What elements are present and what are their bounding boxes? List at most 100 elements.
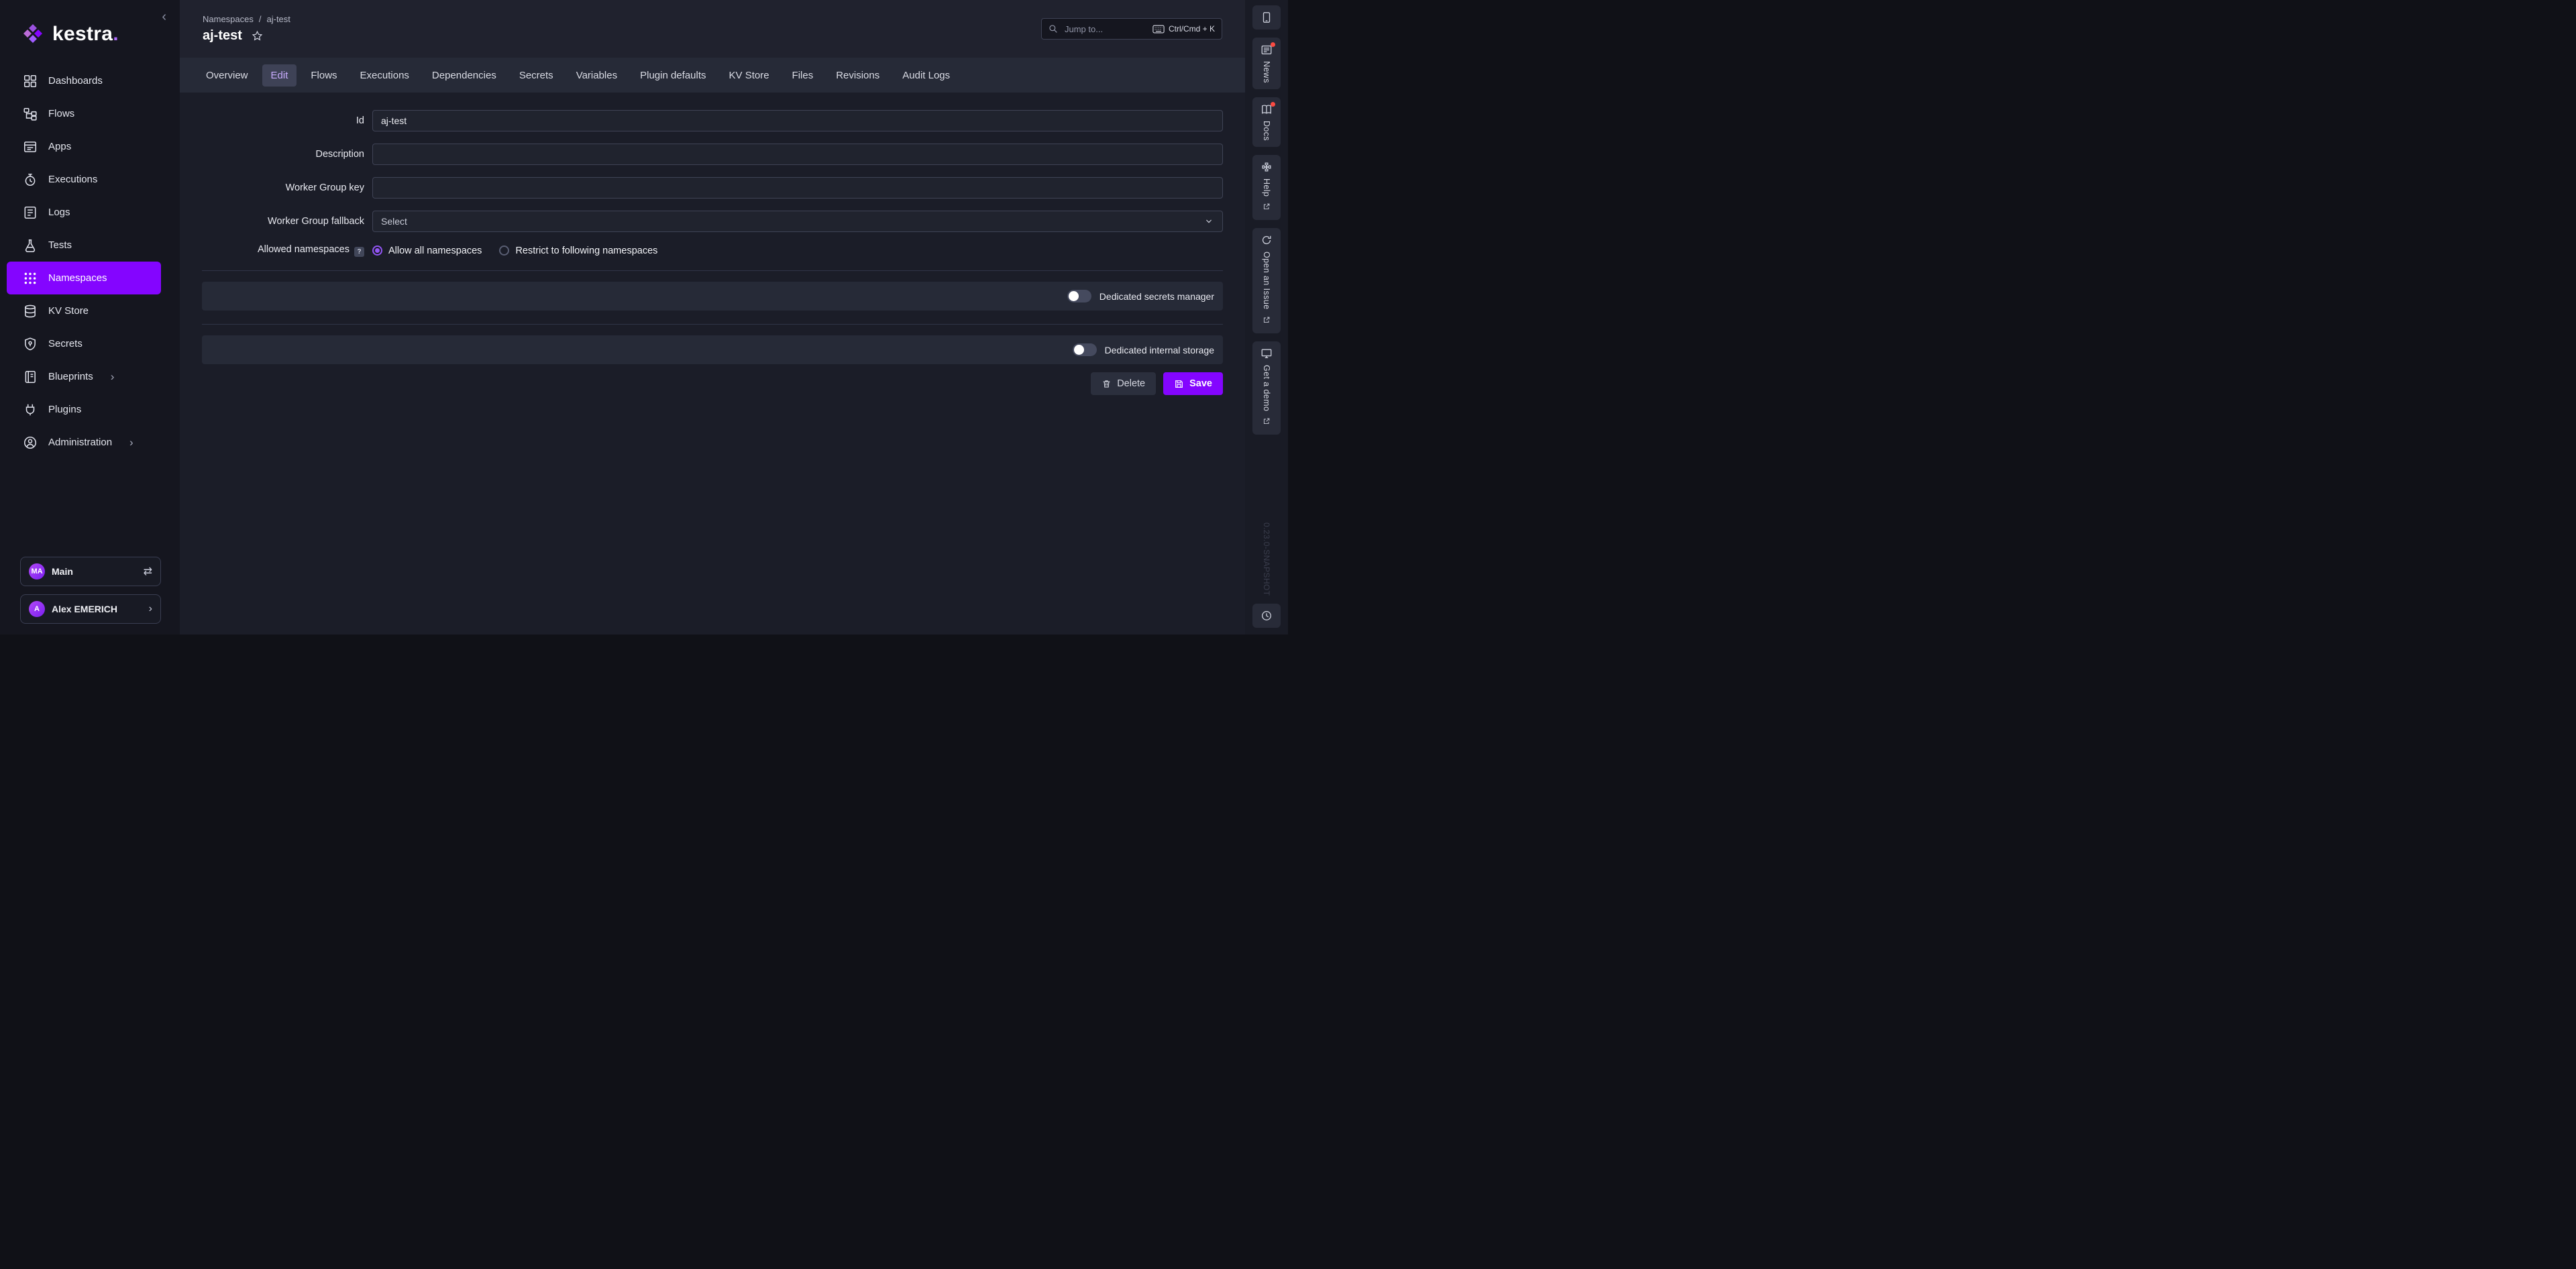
tab-flows[interactable]: Flows	[302, 64, 345, 87]
sidebar-item-label: Apps	[48, 141, 71, 152]
notebook-icon	[23, 370, 38, 384]
sidebar-item-kv-store[interactable]: KV Store	[7, 294, 161, 327]
delete-button[interactable]: Delete	[1091, 372, 1156, 395]
tab-revisions[interactable]: Revisions	[827, 64, 888, 87]
sidebar-item-secrets[interactable]: Secrets	[7, 327, 161, 360]
internal-storage-row: Dedicated internal storage	[202, 335, 1223, 364]
rail-help-button[interactable]: Help	[1252, 155, 1281, 220]
rail-news-button[interactable]: News	[1252, 38, 1281, 89]
user-avatar: A	[29, 601, 45, 617]
sidebar-item-tests[interactable]: Tests	[7, 229, 161, 262]
radio-restrict[interactable]: Restrict to following namespaces	[499, 245, 657, 256]
tab-executions[interactable]: Executions	[352, 64, 418, 87]
tenant-switcher[interactable]: MA Main ⇄	[20, 557, 161, 586]
chevron-down-icon	[1203, 216, 1214, 227]
logo-dot: .	[113, 23, 118, 45]
divider	[202, 324, 1223, 325]
help-puzzle-icon	[1260, 161, 1273, 173]
save-icon	[1174, 379, 1184, 389]
tab-edit[interactable]: Edit	[262, 64, 297, 87]
flows-icon	[23, 107, 38, 121]
sidebar-item-label: Flows	[48, 108, 74, 119]
tab-audit-logs[interactable]: Audit Logs	[894, 64, 959, 87]
sidebar: ‹ kestra. Dashboards Flows Apps	[0, 0, 180, 634]
sidebar-item-label: Plugins	[48, 404, 81, 415]
select-value: Select	[381, 216, 407, 227]
tab-kv-store[interactable]: KV Store	[720, 64, 778, 87]
sidebar-item-plugins[interactable]: Plugins	[7, 393, 161, 426]
dedicated-secrets-label: Dedicated secrets manager	[1099, 291, 1214, 302]
rail-docs-button[interactable]: Docs	[1252, 97, 1281, 147]
kestra-logo: kestra.	[21, 23, 180, 46]
breadcrumb-namespaces[interactable]: Namespaces	[203, 14, 254, 24]
tab-dependencies[interactable]: Dependencies	[423, 64, 505, 87]
sidebar-item-blueprints[interactable]: Blueprints ›	[7, 360, 161, 393]
sidebar-item-executions[interactable]: Executions	[7, 163, 161, 196]
radio-label: Allow all namespaces	[388, 245, 482, 256]
radio-allow-all[interactable]: Allow all namespaces	[372, 245, 482, 256]
user-label: Alex EMERICH	[52, 604, 117, 614]
database-icon	[23, 304, 38, 319]
tab-plugin-defaults[interactable]: Plugin defaults	[631, 64, 714, 87]
worker-group-key-input[interactable]	[372, 177, 1223, 199]
divider	[202, 270, 1223, 271]
id-input[interactable]	[372, 110, 1223, 131]
tab-files[interactable]: Files	[784, 64, 822, 87]
tab-variables[interactable]: Variables	[568, 64, 626, 87]
save-button[interactable]: Save	[1163, 372, 1223, 395]
sidebar-item-flows[interactable]: Flows	[7, 97, 161, 130]
sidebar-item-apps[interactable]: Apps	[7, 130, 161, 163]
sidebar-item-namespaces[interactable]: Namespaces	[7, 262, 161, 294]
dedicated-storage-toggle[interactable]	[1073, 343, 1097, 356]
tenant-label: Main	[52, 566, 73, 577]
device-icon	[1260, 11, 1273, 23]
chevron-right-icon: ›	[111, 370, 115, 384]
tab-overview[interactable]: Overview	[197, 64, 257, 87]
monitor-icon	[1260, 347, 1273, 360]
breadcrumb: Namespaces / aj-test	[203, 14, 290, 24]
breadcrumb-separator: /	[259, 14, 262, 24]
jump-to-search[interactable]: Ctrl/Cmd + K	[1041, 18, 1222, 40]
rail-help-label: Help	[1262, 178, 1271, 197]
notification-dot	[1271, 42, 1275, 47]
worker-group-fallback-select[interactable]: Select	[372, 211, 1223, 232]
sidebar-item-label: Logs	[48, 207, 70, 218]
administration-icon	[23, 435, 38, 450]
allowed-namespaces-radio-group: Allow all namespaces Restrict to followi…	[372, 245, 1223, 256]
trash-icon	[1102, 379, 1112, 389]
sidebar-item-label: Secrets	[48, 338, 83, 349]
description-input[interactable]	[372, 144, 1223, 165]
help-icon[interactable]: ?	[354, 247, 364, 257]
radio-button-icon	[499, 245, 509, 256]
sidebar-item-dashboards[interactable]: Dashboards	[7, 64, 161, 97]
search-input[interactable]	[1063, 23, 1130, 35]
rail-get-demo-button[interactable]: Get a demo	[1252, 341, 1281, 435]
rail-news-label: News	[1262, 61, 1271, 83]
news-icon	[1260, 44, 1273, 56]
rail-open-issue-button[interactable]: Open an Issue	[1252, 228, 1281, 333]
chevron-right-icon: ›	[129, 436, 133, 449]
tests-flask-icon	[23, 238, 38, 253]
rail-docs-label: Docs	[1262, 121, 1271, 141]
sidebar-item-administration[interactable]: Administration ›	[7, 426, 161, 459]
sidebar-item-logs[interactable]: Logs	[7, 196, 161, 229]
dedicated-secrets-toggle[interactable]	[1067, 290, 1091, 302]
rail-history-button[interactable]	[1252, 604, 1281, 628]
apps-icon	[23, 140, 38, 154]
favorite-star-icon[interactable]	[252, 30, 263, 42]
breadcrumb-current[interactable]: aj-test	[267, 14, 290, 24]
tab-secrets[interactable]: Secrets	[511, 64, 562, 87]
namespace-tabs: Overview Edit Flows Executions Dependenc…	[180, 58, 1245, 93]
secrets-manager-row: Dedicated secrets manager	[202, 282, 1223, 311]
external-link-icon	[1263, 417, 1271, 429]
user-menu[interactable]: A Alex EMERICH ›	[20, 594, 161, 624]
notification-dot	[1271, 102, 1275, 107]
logo-text: kestra	[52, 23, 113, 45]
sidebar-item-label: Blueprints	[48, 371, 93, 382]
page-title: aj-test	[203, 28, 242, 44]
id-label: Id	[202, 115, 372, 126]
plug-icon	[23, 402, 38, 417]
sidebar-collapse-button[interactable]: ‹	[158, 9, 170, 24]
rail-device-button[interactable]	[1252, 5, 1281, 30]
refresh-icon	[1260, 234, 1273, 246]
